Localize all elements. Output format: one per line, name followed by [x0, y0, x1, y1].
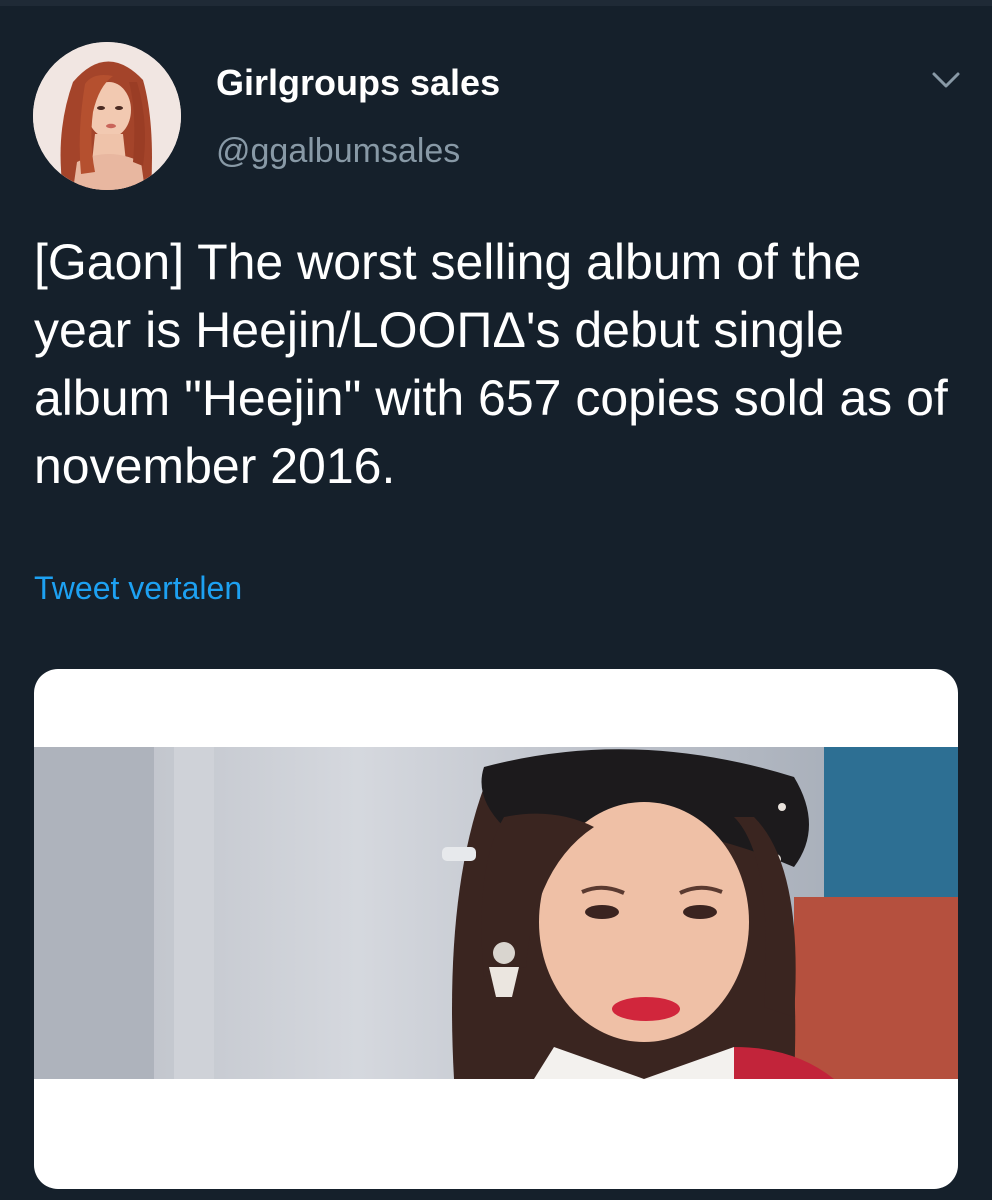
tweet-text: [Gaon] The worst selling album of the ye… — [34, 234, 948, 494]
user-handle[interactable]: @ggalbumsales — [216, 132, 460, 171]
chevron-down-icon[interactable] — [928, 66, 964, 94]
avatar[interactable] — [33, 42, 181, 190]
translate-tweet-link[interactable]: Tweet vertalen — [34, 570, 242, 607]
media-image[interactable] — [34, 747, 958, 1079]
display-name[interactable]: Girlgroups sales — [216, 62, 500, 104]
top-divider — [0, 0, 992, 6]
media-card[interactable] — [34, 669, 958, 1189]
